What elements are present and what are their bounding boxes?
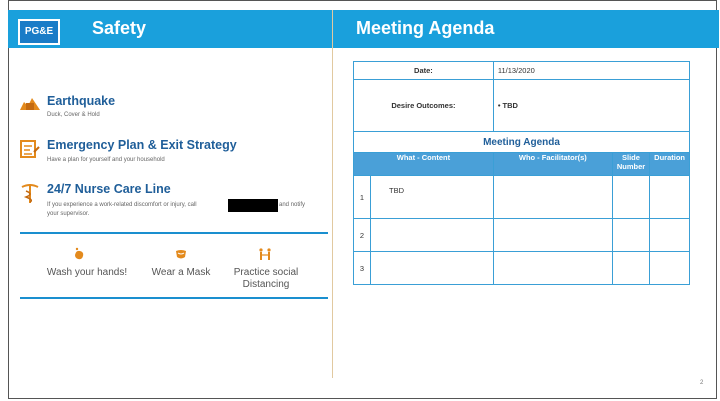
outcomes-value: • TBD <box>492 79 691 132</box>
distancing-icon <box>259 248 271 260</box>
row-slide <box>611 175 651 219</box>
nurse-line-subtitle-a: If you experience a work-related discomf… <box>47 202 197 208</box>
row-content <box>370 251 494 285</box>
agenda-column-headers: What - Content Who - Facilitator(s) Slid… <box>353 152 690 176</box>
page-number: 2 <box>700 380 704 386</box>
hygiene-top-rule <box>20 232 328 234</box>
wash-hands-label: Wash your hands! <box>46 267 128 278</box>
wear-mask-label: Wear a Mask <box>151 267 211 278</box>
hygiene-bottom-rule <box>20 297 328 299</box>
row-who <box>492 251 613 285</box>
agenda-section-title: Meeting Agenda <box>353 131 690 153</box>
safety-title: Safety <box>92 18 147 38</box>
earthquake-icon <box>20 98 40 110</box>
row-number: 2 <box>353 218 371 252</box>
emergency-plan-subtitle: Have a plan for yourself and your househ… <box>47 157 165 163</box>
col-what-content: What - Content <box>353 152 494 176</box>
mask-icon <box>176 250 186 259</box>
row-who <box>492 175 613 219</box>
distancing-label-2: Distancing <box>242 279 290 290</box>
agenda-title: Meeting Agenda <box>356 18 495 38</box>
col-duration: Duration <box>649 152 690 176</box>
redacted-phone-number <box>228 199 278 212</box>
outcomes-label: Desire Outcomes: <box>353 79 494 132</box>
row-slide <box>611 218 651 252</box>
hygiene-wash-hands: Wash your hands! <box>42 267 132 279</box>
row-duration <box>649 251 690 285</box>
row-who <box>492 218 613 252</box>
outcomes-row: Desire Outcomes: • TBD <box>353 79 691 132</box>
exit-plan-icon <box>20 140 40 158</box>
col-slide-number: Slide Number <box>611 152 651 176</box>
hygiene-distancing: Practice social Distancing <box>228 267 304 291</box>
agenda-section-row: Meeting Agenda <box>353 131 690 153</box>
distancing-label-1: Practice social <box>233 267 299 278</box>
nurse-line-title: 24/7 Nurse Care Line <box>47 182 171 196</box>
row-content <box>370 218 494 252</box>
earthquake-subtitle: Duck, Cover & Hold <box>47 112 100 118</box>
date-value: 11/13/2020 <box>492 61 691 80</box>
agenda-table: Date: 11/13/2020 Desire Outcomes: • TBD … <box>353 61 691 285</box>
emergency-plan-title: Emergency Plan & Exit Strategy <box>47 138 237 152</box>
table-row: 1 TBD <box>353 175 690 219</box>
logo-text: PG&E <box>20 21 58 43</box>
hygiene-wear-mask: Wear a Mask <box>140 267 222 279</box>
table-row: 3 <box>353 251 690 285</box>
row-duration <box>649 218 690 252</box>
pge-logo: PG&E <box>18 19 60 45</box>
hand-wash-icon <box>75 247 84 260</box>
date-label: Date: <box>353 61 494 80</box>
caduceus-icon <box>21 184 39 203</box>
nurse-line-subtitle-b: and notify <box>279 202 306 208</box>
center-divider <box>332 10 333 378</box>
table-row: 2 <box>353 218 690 252</box>
nurse-line-subtitle-c: your supervisor. <box>47 211 90 217</box>
row-content: TBD <box>370 175 494 219</box>
row-number: 3 <box>353 251 371 285</box>
date-row: Date: 11/13/2020 <box>353 61 691 80</box>
row-number: 1 <box>353 175 371 219</box>
row-duration <box>649 175 690 219</box>
earthquake-title: Earthquake <box>47 94 116 108</box>
col-who-facilitator: Who - Facilitator(s) <box>492 152 613 176</box>
row-slide <box>611 251 651 285</box>
